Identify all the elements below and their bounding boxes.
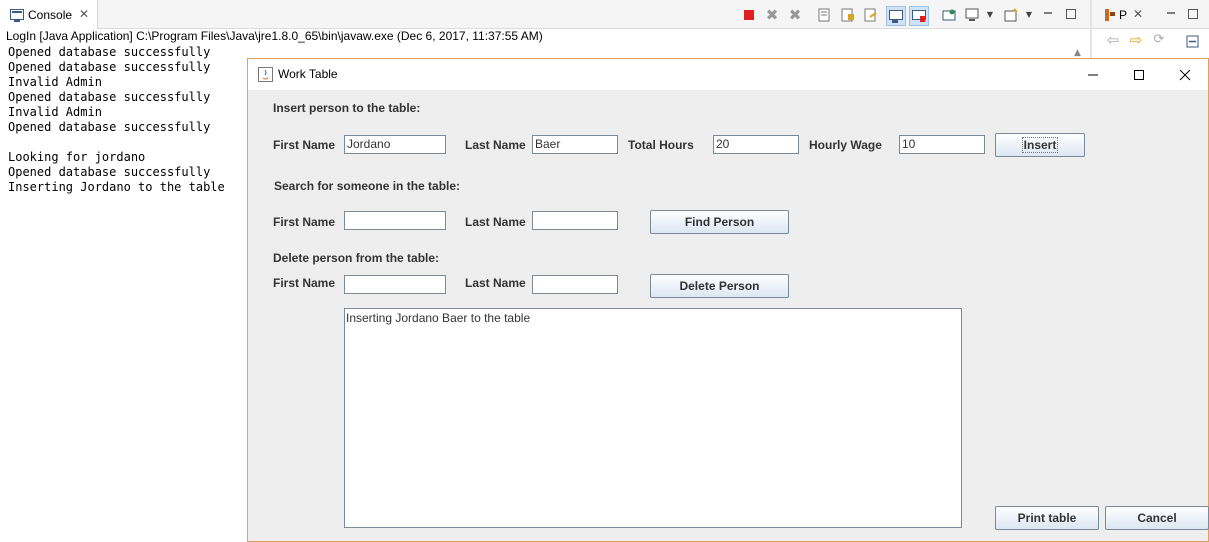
pin-console-icon[interactable]	[941, 7, 957, 23]
console-line: Opened database successfully	[8, 165, 211, 179]
total-hours-field[interactable]: 20	[713, 135, 799, 154]
insert-button-label: Insert	[1021, 137, 1059, 153]
insert-last-name-field[interactable]: Baer	[532, 135, 618, 154]
minimize-view-icon[interactable]	[1040, 5, 1056, 21]
link-with-editor-icon[interactable]: ⟳	[1151, 32, 1167, 48]
remove-launch-icon[interactable]: ✖	[764, 7, 780, 23]
word-wrap-icon[interactable]	[863, 7, 879, 23]
show-on-stdout-icon[interactable]	[886, 6, 906, 26]
console-line: Invalid Admin	[8, 105, 102, 119]
close-tab-icon[interactable]: ✕	[1133, 7, 1143, 21]
console-tab[interactable]: Console ✕	[0, 0, 98, 29]
maximize-view-icon[interactable]	[1063, 6, 1079, 22]
work-table-dialog: Work Table Insert person to the table: F…	[247, 58, 1209, 542]
cancel-button[interactable]: Cancel	[1105, 506, 1209, 530]
close-tab-icon[interactable]: ✕	[79, 7, 89, 21]
console-line: Opened database successfully	[8, 60, 211, 74]
console-scroll-up-icon[interactable]: ▲	[1074, 48, 1081, 58]
delete-last-name-field[interactable]	[532, 275, 618, 294]
console-line: Opened database successfully	[8, 120, 211, 134]
find-person-button[interactable]: Find Person	[650, 210, 789, 234]
search-first-name-label: First Name	[273, 215, 336, 229]
dialog-title: Work Table	[278, 67, 338, 81]
console-line: Inserting Jordano to the table	[8, 180, 225, 194]
package-explorer-icon	[1102, 7, 1118, 23]
dialog-title-bar[interactable]: Work Table	[248, 59, 1208, 90]
insert-first-name-field[interactable]: Jordano	[344, 135, 446, 154]
delete-first-name-field[interactable]	[344, 275, 446, 294]
print-table-button[interactable]: Print table	[995, 506, 1099, 530]
search-last-name-label: Last Name	[465, 215, 526, 229]
minimize-window-button[interactable]	[1070, 59, 1116, 90]
hourly-wage-label: Hourly Wage	[809, 138, 882, 152]
scroll-lock-icon[interactable]	[840, 7, 856, 23]
total-hours-label: Total Hours	[628, 138, 694, 152]
back-arrow-icon[interactable]: ⇦	[1105, 32, 1121, 48]
chevron-down-icon[interactable]: ▼	[985, 7, 995, 23]
package-explorer-tab-label[interactable]: P	[1119, 8, 1127, 22]
console-line: Invalid Admin	[8, 75, 102, 89]
console-output[interactable]: Opened database successfully Opened data…	[8, 45, 225, 195]
hourly-wage-field[interactable]: 10	[899, 135, 985, 154]
insert-button[interactable]: Insert	[995, 133, 1085, 157]
close-icon	[1179, 69, 1191, 80]
maximize-icon	[1134, 69, 1144, 80]
search-last-name-field[interactable]	[532, 211, 618, 230]
delete-first-name-label: First Name	[273, 276, 336, 290]
launch-info: LogIn [Java Application] C:\Program File…	[6, 29, 543, 43]
terminate-icon[interactable]	[741, 7, 757, 23]
console-line: Opened database successfully	[8, 90, 211, 104]
remove-all-terminated-icon[interactable]: ✖	[787, 7, 803, 23]
search-first-name-field[interactable]	[344, 211, 446, 230]
insert-first-name-label: First Name	[273, 138, 336, 152]
maximize-window-button[interactable]	[1116, 59, 1162, 90]
display-console-icon[interactable]	[964, 7, 980, 23]
clear-console-icon[interactable]	[817, 7, 833, 23]
java-app-icon	[257, 66, 273, 82]
console-line: Opened database successfully	[8, 45, 211, 59]
package-explorer-tab-bar: P ✕	[1092, 0, 1209, 29]
console-tab-label: Console	[28, 8, 73, 22]
delete-last-name-label: Last Name	[465, 276, 526, 290]
chevron-down-icon[interactable]: ▼	[1024, 7, 1034, 23]
delete-person-button[interactable]: Delete Person	[650, 274, 789, 298]
console-tab-bar: Console ✕ ✖ ✖ ▼ ▼	[0, 0, 1090, 29]
output-text-area[interactable]: Inserting Jordano Baer to the table	[344, 308, 962, 528]
new-console-icon[interactable]	[1003, 7, 1019, 23]
collapse-all-icon[interactable]	[1184, 33, 1200, 49]
console-icon	[9, 7, 25, 23]
show-on-stderr-icon[interactable]	[909, 6, 929, 26]
insert-last-name-label: Last Name	[465, 138, 526, 152]
close-window-button[interactable]	[1162, 59, 1208, 90]
delete-section-heading: Delete person from the table:	[273, 251, 440, 265]
minimize-view-icon[interactable]	[1163, 5, 1179, 21]
insert-section-heading: Insert person to the table:	[273, 101, 421, 115]
console-line: Looking for jordano	[8, 150, 146, 164]
minimize-icon	[1088, 74, 1098, 75]
search-section-heading: Search for someone in the table:	[274, 179, 461, 193]
forward-arrow-icon[interactable]: ⇨	[1128, 32, 1144, 48]
maximize-view-icon[interactable]	[1185, 6, 1201, 22]
